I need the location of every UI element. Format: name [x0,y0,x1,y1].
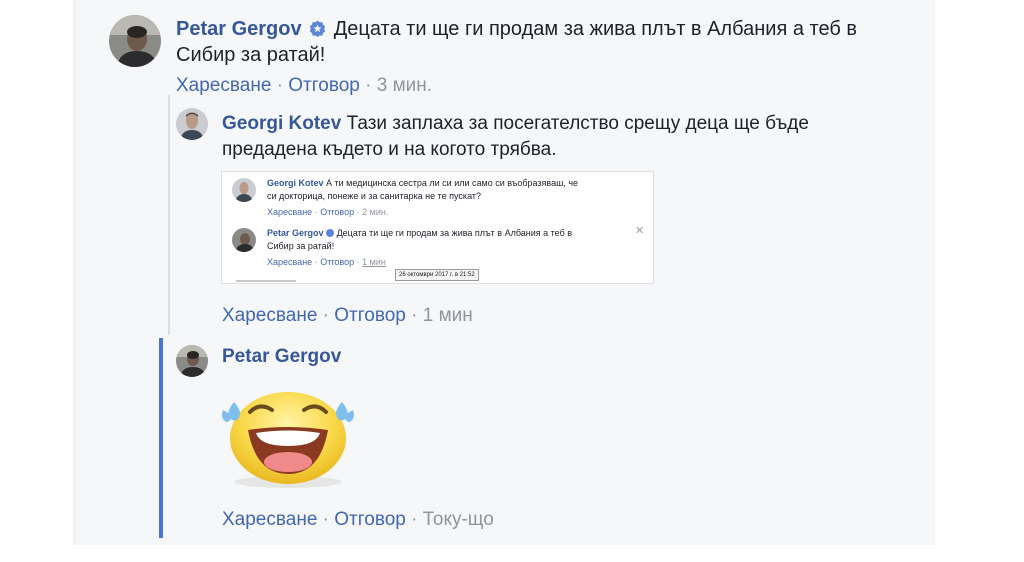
reply-author[interactable]: Georgi Kotev [222,113,341,134]
like-button[interactable]: Харесване [176,75,271,96]
separator-dot: · [314,257,318,267]
separator-dot: · [356,257,360,267]
reply-body: Georgi Kotev Тази заплаха за посегателст… [222,111,809,137]
avatar-petar-gergov[interactable] [109,15,161,67]
shot-like: Харесване [267,257,313,267]
avatar-photo [176,108,208,140]
shot-comment2-author: Petar Gergov [267,228,324,238]
avatar-photo [109,15,161,67]
shot-like: Харесване [267,207,313,217]
shot-time: 2 мин. [362,207,389,217]
verified-badge-icon [309,18,326,44]
reply-timestamp[interactable]: 1 мин [423,305,473,326]
avatar-georgi-kotev[interactable] [176,108,208,140]
like-button[interactable]: Харесване [222,305,317,326]
reply-button[interactable]: Отговор [334,305,406,326]
shot-reply: Отговор [320,257,355,267]
reply-text-line2: предадена където и на когото трябва. [222,139,557,160]
avatar-photo [176,345,208,377]
comment-text-line1: Децата ти ще ги продам за жива плът в Ал… [333,18,857,40]
separator-dot: · [314,207,318,217]
comment-text-line2: Сибир за ратай! [176,44,326,66]
highlighted-thread-line [159,338,163,538]
separator-dot: · [356,207,360,217]
shot-comment2-line1: Децата ти ще ги продам за жива плът в Ал… [336,228,573,238]
close-icon: ✕ [635,225,645,237]
comment-actions: Харесване · Отговор · 3 мин. [176,74,432,98]
separator-dot: · [411,305,418,326]
reply-timestamp[interactable]: Току-що [423,509,494,530]
divider [236,280,296,282]
like-button[interactable]: Харесване [222,509,317,530]
shot-comment2-actions: Харесване · Отговор · 1 мин [267,256,386,268]
separator-dot: · [322,509,329,530]
laughing-tears-emoji-sticker[interactable] [220,386,356,490]
shot-reply: Отговор [320,207,355,217]
separator-dot: · [365,75,372,96]
verified-badge-icon [326,229,335,237]
attached-screenshot[interactable]: Georgi Kotev А ти медицинска сестра ли с… [221,171,654,284]
avatar-petar-gergov[interactable] [176,345,208,377]
separator-dot: · [322,305,329,326]
separator-dot: · [276,75,283,96]
shot-comment2: Petar Gergov Децата ти ще ги продам за ж… [267,227,647,240]
reply-actions: Харесване · Отговор · 1 мин [222,304,473,328]
avatar-petar-gergov [232,228,256,252]
separator-dot: · [411,509,418,530]
shot-comment1: Georgi Kotev А ти медицинска сестра ли с… [267,177,647,190]
shot-comment2-line2: Сибир за ратай! [267,241,335,251]
comment-body: Petar Gergov Децата ти ще ги продам за ж… [176,16,857,44]
reply-button[interactable]: Отговор [288,75,360,96]
reply-text-line1: Тази заплаха за посегателство срещу деца… [346,113,809,134]
shot-time: 1 мин [362,257,386,267]
comment-timestamp[interactable]: 3 мин. [377,75,432,96]
reply-actions: Харесване · Отговор · Току-що [222,508,494,532]
reply-thread-line [168,95,170,335]
shot-comment1-line1: А ти медицинска сестра ли си или само си… [326,178,579,188]
shot-comment1-actions: Харесване · Отговор · 2 мин. [267,206,388,218]
reply-author[interactable]: Petar Gergov [222,344,341,370]
reply-button[interactable]: Отговор [334,509,406,530]
timestamp-tooltip: 26 октомври 2017 г. в 21:52 [395,269,479,281]
comment-author[interactable]: Petar Gergov [176,18,302,40]
avatar-georgi-kotev [232,178,256,202]
shot-comment1-author: Georgi Kotev [267,178,324,188]
shot-comment1-line2: си докторица, понеже и за санитарка не т… [267,191,482,201]
